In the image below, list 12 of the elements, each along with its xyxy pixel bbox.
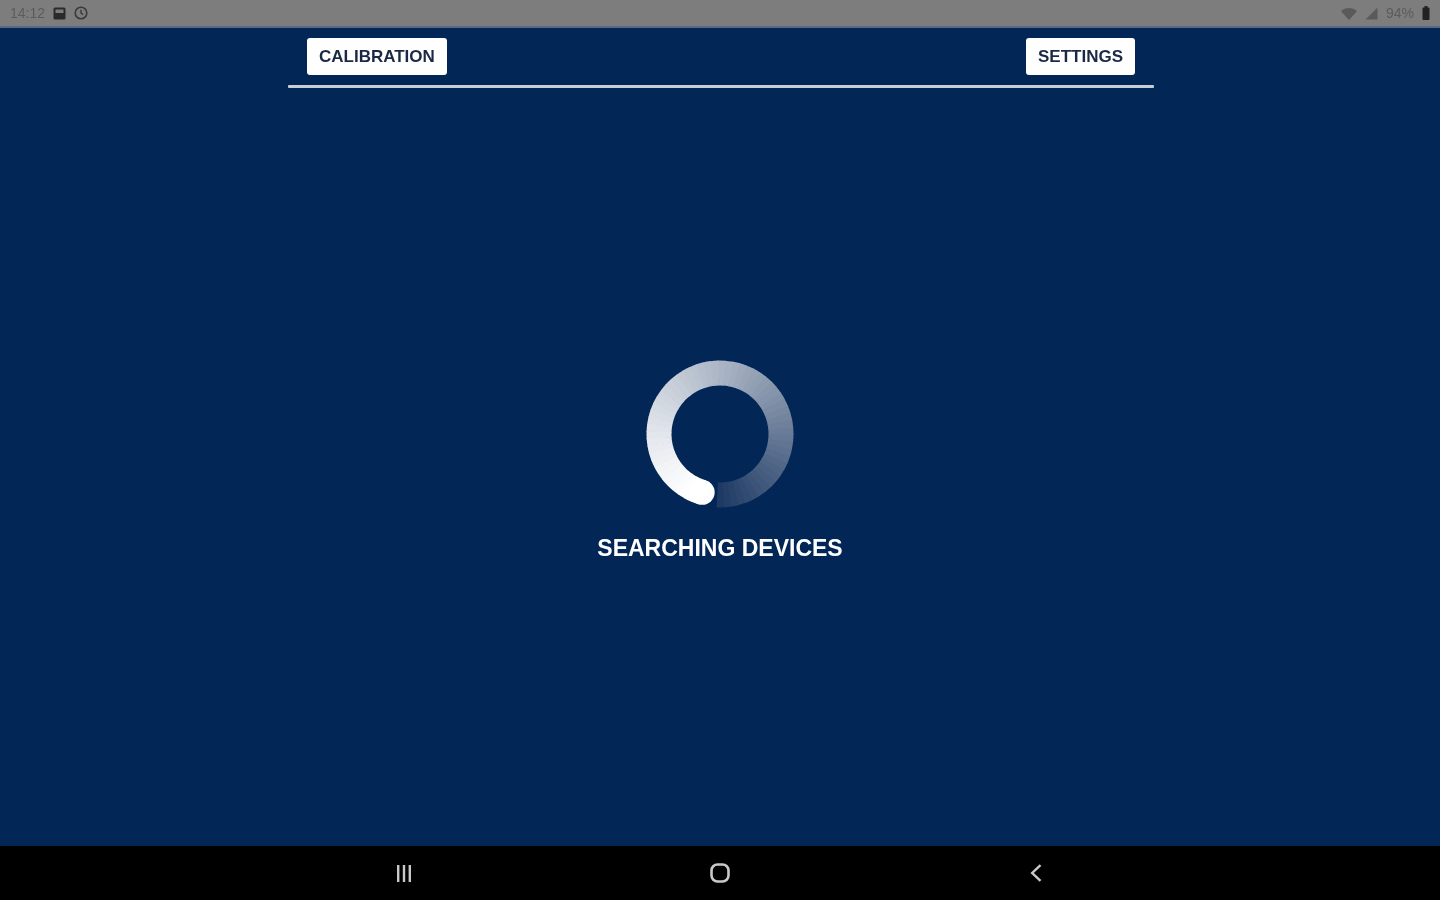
recent-apps-icon[interactable] [396, 864, 412, 882]
back-icon[interactable] [1030, 864, 1042, 882]
clock-icon [74, 6, 89, 20]
toolbar-button[interactable]: SETTINGS [1026, 38, 1135, 75]
battery-icon [1422, 6, 1430, 20]
loading-message: SEARCHING DEVICES [597, 534, 843, 562]
home-icon[interactable] [710, 863, 730, 883]
image-icon [53, 6, 67, 20]
wifi-icon [1340, 6, 1357, 20]
toolbar-button[interactable]: CALIBRATION [307, 38, 447, 75]
loading-spinner-icon [645, 358, 795, 509]
signal-icon [1364, 6, 1378, 20]
